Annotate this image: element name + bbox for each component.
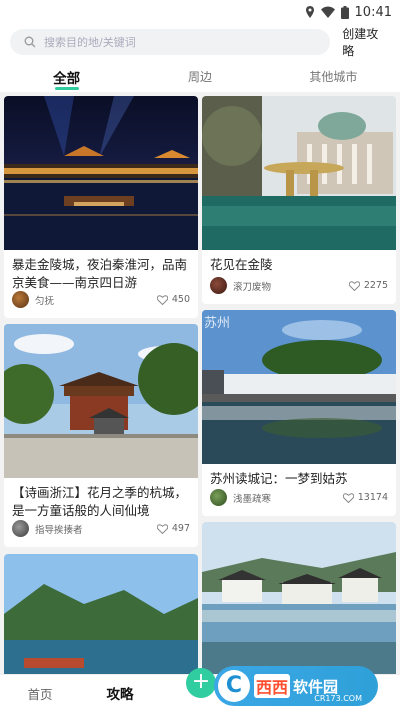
watermark-url: CR173.COM [314,694,362,703]
add-guide-button[interactable]: + [186,668,216,698]
category-tabs: 全部 周边 其他城市 [0,60,400,92]
guide-card[interactable] [202,522,396,674]
create-guide-button[interactable]: 创建攻略 [342,25,390,59]
battery-icon [340,5,349,19]
card-photo [4,96,198,250]
author-name: 指导挨揍者 [35,524,83,536]
like-count[interactable]: 497 [156,523,190,534]
card-meta: 浅墨疏寒 13174 [210,489,388,506]
nav-guide[interactable]: 攻略 [80,683,160,703]
nav-home[interactable]: 首页 [0,684,80,703]
card-photo [4,554,198,674]
avatar [210,489,227,506]
card-title: 苏州读城记：一梦到姑苏 [210,471,348,486]
heart-icon [348,280,360,291]
like-count[interactable]: 2275 [348,280,388,291]
guide-card[interactable]: 【诗画浙江】花月之季的杭城，是一方童话般的人间仙境 指导挨揍者 497 [4,324,198,547]
heart-icon [156,523,168,534]
avatar [210,277,227,294]
photo-caption: 苏州 [204,316,231,331]
guide-card[interactable]: 花见在金陵 滚刀废物 2275 [202,96,396,304]
status-bar: 10:41 [0,0,400,24]
card-photo [202,96,396,250]
card-photo: 苏州 [202,310,396,464]
search-row: 搜索目的地/关键词 创建攻略 [0,24,400,60]
card-meta: 匀抚 450 [12,291,190,308]
guide-card[interactable]: 暴走金陵城，夜泊秦淮河，品南京美食——南京四日游 匀抚 450 [4,96,198,318]
guide-card[interactable]: 苏州 苏州读城记：一梦到姑苏 浅墨疏寒 13174 [202,310,396,516]
card-title: 【诗画浙江】花月之季的杭城，是一方童话般的人间仙境 [12,485,188,518]
card-photo [4,324,198,478]
author-name: 滚刀废物 [233,281,272,293]
guide-card[interactable] [4,554,198,674]
heart-icon [342,492,354,503]
search-placeholder: 搜索目的地/关键词 [44,36,136,49]
avatar [12,520,29,537]
like-count[interactable]: 450 [156,294,190,305]
location-icon [305,6,314,18]
watermark-brand: 西西 [254,674,291,698]
search-icon [24,36,36,48]
card-title: 暴走金陵城，夜泊秦淮河，品南京美食——南京四日游 [12,257,188,290]
watermark-logo: C 西西 软件园 CR173.COM [214,666,378,706]
card-meta: 指导挨揍者 497 [12,520,190,537]
watermark-c-icon: C [218,670,250,702]
author-name: 匀抚 [35,295,55,307]
heart-icon [156,294,168,305]
tab-all[interactable]: 全部 [0,60,133,92]
guide-feed: 暴走金陵城，夜泊秦淮河，品南京美食——南京四日游 匀抚 450 花见在金陵 滚刀… [0,94,400,674]
tab-other-cities[interactable]: 其他城市 [267,60,400,92]
avatar [12,291,29,308]
author-name: 浅墨疏寒 [233,493,272,505]
tab-nearby[interactable]: 周边 [133,60,266,92]
card-title: 花见在金陵 [210,257,273,272]
card-meta: 滚刀废物 2275 [210,277,388,294]
like-count[interactable]: 13174 [342,492,388,503]
search-input[interactable]: 搜索目的地/关键词 [10,29,331,55]
clock: 10:41 [354,4,392,20]
card-photo [202,522,396,674]
wifi-icon [320,6,335,18]
